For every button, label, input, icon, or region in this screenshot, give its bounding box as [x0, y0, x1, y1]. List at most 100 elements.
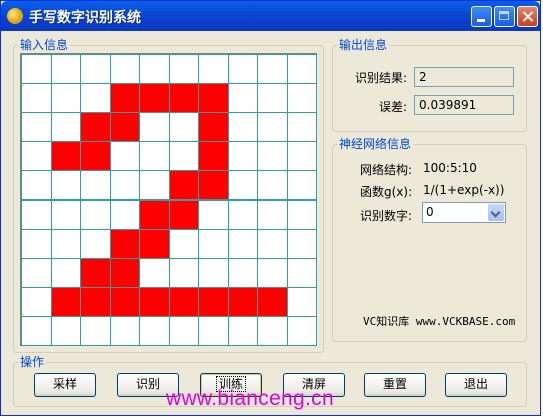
grid-cell[interactable] [257, 257, 288, 288]
grid-cell[interactable] [198, 170, 229, 201]
grid-cell[interactable] [286, 112, 317, 143]
grid-cell[interactable] [198, 315, 229, 346]
grid-cell[interactable] [109, 141, 140, 172]
grid-cell[interactable] [109, 112, 140, 143]
grid-cell[interactable] [198, 54, 229, 85]
grid-cell[interactable] [50, 141, 81, 172]
grid-cell[interactable] [21, 170, 52, 201]
grid-cell[interactable] [50, 54, 81, 85]
grid-cell[interactable] [80, 286, 111, 317]
grid-cell[interactable] [80, 228, 111, 259]
grid-cell[interactable] [139, 315, 170, 346]
grid-cell[interactable] [21, 112, 52, 143]
grid-cell[interactable] [50, 170, 81, 201]
grid-cell[interactable] [227, 112, 258, 143]
grid-cell[interactable] [80, 170, 111, 201]
grid-cell[interactable] [286, 257, 317, 288]
grid-cell[interactable] [227, 257, 258, 288]
grid-cell[interactable] [227, 83, 258, 114]
grid-cell[interactable] [257, 228, 288, 259]
grid-cell[interactable] [139, 228, 170, 259]
grid-cell[interactable] [286, 228, 317, 259]
grid-cell[interactable] [168, 286, 199, 317]
grid-cell[interactable] [109, 315, 140, 346]
grid-cell[interactable] [198, 199, 229, 230]
chevron-down-icon[interactable] [488, 204, 504, 221]
grid-cell[interactable] [286, 315, 317, 346]
grid-cell[interactable] [80, 112, 111, 143]
drawing-grid[interactable] [20, 53, 317, 346]
grid-cell[interactable] [109, 286, 140, 317]
grid-cell[interactable] [286, 199, 317, 230]
grid-cell[interactable] [168, 54, 199, 85]
app-icon[interactable] [7, 8, 23, 24]
grid-cell[interactable] [168, 257, 199, 288]
grid-cell[interactable] [257, 170, 288, 201]
grid-cell[interactable] [21, 141, 52, 172]
grid-cell[interactable] [50, 112, 81, 143]
exit-button[interactable]: 退出 [445, 373, 507, 397]
grid-cell[interactable] [50, 228, 81, 259]
grid-cell[interactable] [257, 199, 288, 230]
grid-cell[interactable] [168, 141, 199, 172]
grid-cell[interactable] [198, 228, 229, 259]
grid-cell[interactable] [198, 286, 229, 317]
grid-cell[interactable] [80, 83, 111, 114]
grid-cell[interactable] [50, 257, 81, 288]
grid-cell[interactable] [198, 83, 229, 114]
grid-cell[interactable] [139, 286, 170, 317]
grid-cell[interactable] [21, 199, 52, 230]
grid-cell[interactable] [257, 112, 288, 143]
grid-cell[interactable] [168, 170, 199, 201]
grid-cell[interactable] [286, 170, 317, 201]
grid-cell[interactable] [80, 54, 111, 85]
grid-cell[interactable] [50, 315, 81, 346]
grid-cell[interactable] [227, 315, 258, 346]
grid-cell[interactable] [139, 83, 170, 114]
grid-cell[interactable] [21, 315, 52, 346]
grid-cell[interactable] [198, 112, 229, 143]
grid-cell[interactable] [227, 286, 258, 317]
result-field[interactable]: 2 [414, 67, 514, 87]
reset-button[interactable]: 重置 [364, 373, 426, 397]
grid-cell[interactable] [50, 83, 81, 114]
grid-cell[interactable] [109, 199, 140, 230]
grid-cell[interactable] [21, 54, 52, 85]
grid-cell[interactable] [257, 54, 288, 85]
grid-cell[interactable] [227, 141, 258, 172]
grid-cell[interactable] [109, 228, 140, 259]
grid-cell[interactable] [80, 315, 111, 346]
close-button[interactable] [517, 6, 538, 27]
grid-cell[interactable] [80, 199, 111, 230]
grid-cell[interactable] [286, 83, 317, 114]
grid-cell[interactable] [139, 257, 170, 288]
grid-cell[interactable] [139, 112, 170, 143]
grid-cell[interactable] [109, 257, 140, 288]
grid-cell[interactable] [286, 141, 317, 172]
maximize-button[interactable] [494, 6, 515, 27]
grid-cell[interactable] [21, 257, 52, 288]
grid-cell[interactable] [139, 141, 170, 172]
grid-cell[interactable] [198, 257, 229, 288]
grid-cell[interactable] [50, 199, 81, 230]
grid-cell[interactable] [80, 141, 111, 172]
grid-cell[interactable] [168, 112, 199, 143]
grid-cell[interactable] [257, 315, 288, 346]
grid-cell[interactable] [21, 228, 52, 259]
grid-cell[interactable] [257, 141, 288, 172]
grid-cell[interactable] [227, 170, 258, 201]
grid-cell[interactable] [198, 141, 229, 172]
grid-cell[interactable] [139, 199, 170, 230]
grid-cell[interactable] [227, 228, 258, 259]
grid-cell[interactable] [168, 228, 199, 259]
grid-cell[interactable] [21, 83, 52, 114]
sample-button[interactable]: 采样 [34, 373, 96, 397]
grid-cell[interactable] [168, 83, 199, 114]
grid-cell[interactable] [80, 257, 111, 288]
grid-cell[interactable] [227, 54, 258, 85]
grid-cell[interactable] [139, 54, 170, 85]
error-field[interactable]: 0.039891 [414, 95, 514, 115]
grid-cell[interactable] [109, 83, 140, 114]
grid-cell[interactable] [257, 286, 288, 317]
grid-cell[interactable] [286, 286, 317, 317]
